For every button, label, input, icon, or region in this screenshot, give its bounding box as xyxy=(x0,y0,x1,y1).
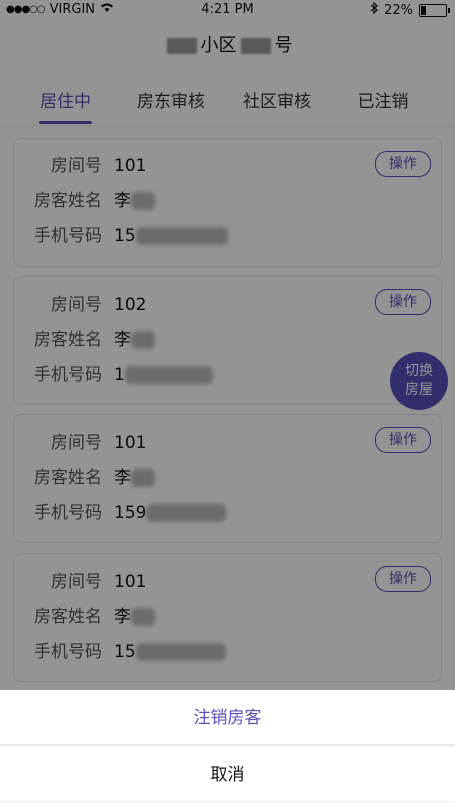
cancel-resident-button[interactable]: 注销房客 xyxy=(0,690,455,745)
action-sheet: 注销房客 取消 xyxy=(0,690,455,802)
app-screen: ●●●○○ VIRGIN 4:21 PM 22% 小区号 居住中 房东审核 社区… xyxy=(0,0,455,802)
dismiss-button[interactable]: 取消 xyxy=(0,747,455,801)
modal-overlay[interactable] xyxy=(0,0,455,802)
